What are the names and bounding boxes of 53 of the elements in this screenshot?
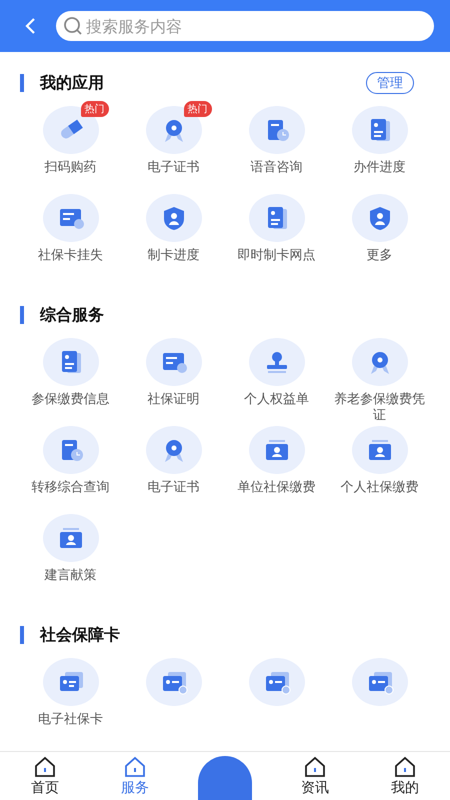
app-tile[interactable] [42,426,98,474]
app-label: 制卡进度 [146,248,200,264]
app-tile[interactable] [42,514,98,562]
section-title: 综合服务 [20,306,104,324]
app-tile[interactable] [352,338,408,386]
app-label: 养老参保缴费凭证 [334,392,426,424]
app-tile[interactable] [248,426,304,474]
tab-label[interactable]: 资讯 [301,778,329,796]
app-label: 即时制卡网点 [236,248,316,264]
app-label: 个人社保缴费 [340,480,420,496]
app-tile[interactable] [352,194,408,242]
app-label: 办件进度 [352,160,406,176]
search-icon [63,16,83,36]
app-tile[interactable] [248,658,304,706]
app-label: 参保缴费信息 [30,392,110,408]
app-tile[interactable] [352,106,408,154]
hot-badge: 热门 [80,101,108,117]
app-label: 电子证书 [146,480,200,496]
app-label: 更多 [366,248,394,264]
tab-label[interactable]: 首页 [31,778,59,796]
home-icon[interactable] [303,756,327,778]
app-tile[interactable] [146,658,202,706]
home-icon[interactable] [33,756,57,778]
app-label: 建言献策 [44,568,98,584]
app-label: 语音咨询 [250,160,304,176]
app-label: 扫码购药 [44,160,98,176]
search-field[interactable]: 搜索服务内容 [56,11,434,41]
app-label: 社保证明 [146,392,200,408]
tab-label[interactable]: 我的 [391,778,419,796]
hot-badge: 热门 [184,101,212,117]
section-title: 社会保障卡 [20,626,120,644]
app-tile[interactable] [146,338,202,386]
back-icon[interactable] [24,17,36,35]
app-tile[interactable] [248,194,304,242]
app-tile[interactable] [42,194,98,242]
app-tile[interactable] [248,106,304,154]
app-tile[interactable] [352,658,408,706]
app-label: 转移综合查询 [30,480,110,496]
tab-label[interactable]: 服务 [121,778,149,796]
app-label: 个人权益单 [243,392,310,408]
app-label: 电子社保卡 [37,712,104,728]
app-label: 社保卡挂失 [37,248,104,264]
app-tile[interactable] [42,658,98,706]
section-title: 我的应用 [20,74,104,92]
app-tile[interactable] [42,338,98,386]
app-tile[interactable] [352,426,408,474]
app-label: 单位社保缴费 [236,480,316,496]
app-tile[interactable] [146,194,202,242]
app-tile[interactable] [248,338,304,386]
home-icon[interactable] [393,756,417,778]
app-tile[interactable] [146,426,202,474]
manage-button[interactable]: 管理 [366,72,414,94]
app-label: 电子证书 [146,160,200,176]
